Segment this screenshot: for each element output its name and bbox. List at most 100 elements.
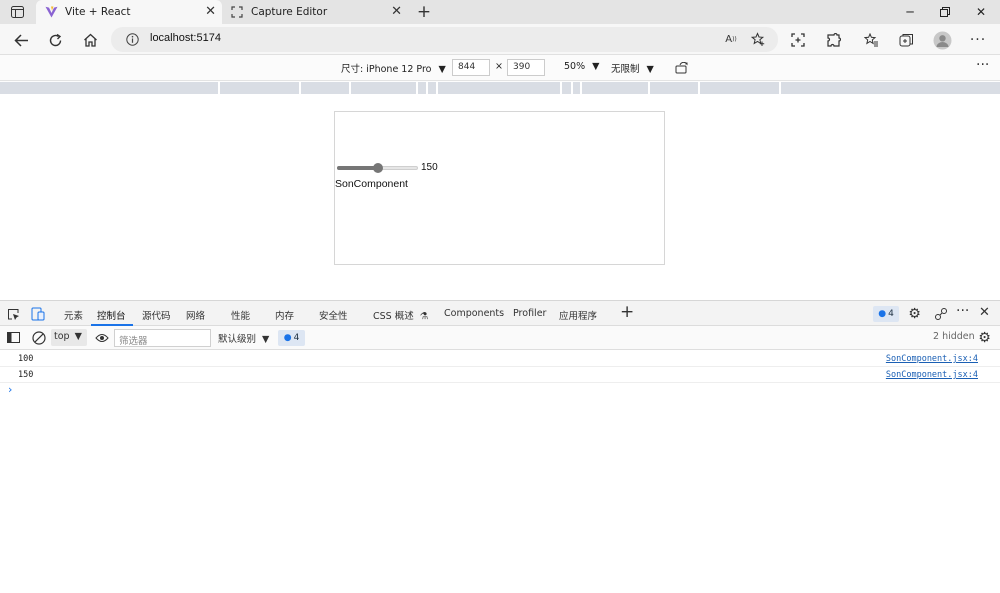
read-aloud-icon[interactable]: A)) [723, 32, 739, 47]
more-options-icon[interactable]: ··· [976, 57, 989, 73]
caret-down-icon: ▼ [646, 64, 654, 75]
tab-label: CSS 概述 [373, 311, 414, 322]
collections-icon[interactable] [895, 29, 917, 51]
caret-down-icon: ▼ [592, 61, 600, 72]
caret-down-icon: ▼ [438, 64, 446, 75]
zoom-label: 50% [564, 61, 586, 72]
slider-value: 150 [421, 162, 438, 173]
hidden-count: 2 hidden [933, 331, 975, 342]
connect-icon[interactable] [933, 306, 948, 321]
device-frame: 150 SonComponent [334, 111, 665, 265]
tab-sources[interactable]: 源代码 [142, 308, 171, 322]
tab-profiler[interactable]: Profiler [513, 308, 546, 319]
slider-fill [337, 166, 378, 170]
throttle-select[interactable]: 无限制 ▼ [611, 61, 654, 75]
url-text: localhost:5174 [150, 32, 221, 44]
sidebar-toggle-icon[interactable] [6, 331, 20, 344]
rotate-icon[interactable] [675, 61, 689, 74]
favorite-add-icon[interactable] [750, 31, 766, 47]
info-icon[interactable] [125, 32, 139, 46]
browser-nav-bar: localhost:5174 A)) ··· [0, 24, 1000, 55]
tab-elements[interactable]: 元素 [64, 308, 83, 322]
tab-memory[interactable]: 内存 [275, 308, 294, 322]
log-message: 150 [18, 370, 34, 380]
console-toolbar: top ▼ 筛选器 默认级别 ▼ ● 4 2 hidden ⚙ [0, 326, 1000, 350]
throttle-label: 无限制 [611, 64, 640, 75]
console-prompt[interactable]: › [8, 383, 12, 396]
slider-thumb[interactable] [372, 163, 383, 173]
message-icon: ● [878, 309, 887, 319]
tab-console[interactable]: 控制台 [97, 308, 126, 322]
extensions-icon[interactable] [822, 29, 844, 51]
close-icon[interactable]: ✕ [391, 4, 402, 19]
tab-actions-icon[interactable] [9, 5, 25, 19]
devtools-tab-bar: 元素 控制台 源代码 网络 性能 内存 安全性 CSS 概述 ⚗ Compone… [0, 300, 1000, 326]
close-icon[interactable]: ✕ [205, 4, 216, 19]
console-settings-icon[interactable]: ⚙ [977, 330, 992, 346]
device-select[interactable]: 尺寸: iPhone 12 Pro ▼ [341, 61, 446, 75]
message-count: 4 [293, 333, 300, 343]
more-tabs-plus-icon[interactable]: + [620, 302, 634, 322]
clear-console-icon[interactable] [31, 330, 46, 345]
device-label: 尺寸: iPhone 12 Pro [341, 64, 432, 75]
minimize-icon[interactable]: ─ [893, 0, 927, 24]
plus-icon[interactable]: + [414, 2, 434, 22]
console-row: 100 SonComponent.jsx:4 [0, 351, 1000, 367]
log-message: 100 [18, 354, 34, 364]
filter-placeholder: 筛选器 [119, 336, 148, 347]
devtools-more-icon[interactable]: ··· [956, 303, 969, 319]
log-levels-label: 默认级别 [218, 334, 257, 345]
tab-css-overview[interactable]: CSS 概述 ⚗ [373, 308, 428, 322]
inspect-element-icon[interactable] [6, 307, 20, 321]
tab-title: Vite + React [65, 6, 131, 18]
page-viewport: 150 SonComponent [0, 94, 1000, 300]
zoom-select[interactable]: 50% ▼ [564, 61, 599, 72]
tab-security[interactable]: 安全性 [319, 308, 348, 322]
refresh-icon[interactable] [44, 29, 66, 51]
tab-network[interactable]: 网络 [186, 308, 205, 322]
height-input[interactable]: 390 [507, 59, 545, 76]
source-link[interactable]: SonComponent.jsx:4 [886, 354, 978, 364]
source-link[interactable]: SonComponent.jsx:4 [886, 370, 978, 380]
tab-title: Capture Editor [251, 6, 328, 18]
settings-icon[interactable]: ⚙ [907, 306, 922, 322]
message-icon: ● [283, 333, 292, 343]
back-icon[interactable] [10, 29, 32, 51]
live-expression-eye-icon[interactable] [94, 330, 109, 345]
screenshot-icon[interactable] [787, 29, 809, 51]
flask-icon: ⚗ [419, 311, 429, 322]
media-query-bar[interactable] [0, 82, 1000, 94]
device-emulation-icon[interactable] [31, 306, 46, 321]
address-bar[interactable]: localhost:5174 A)) [111, 27, 778, 52]
issues-count: 4 [888, 309, 894, 319]
caret-down-icon: ▼ [74, 331, 82, 342]
home-icon[interactable] [79, 29, 101, 51]
browser-tab-bar: Vite + React ✕ Capture Editor ✕ + ─ ✕ [0, 0, 1000, 24]
device-toolbar: 尺寸: iPhone 12 Pro ▼ 844 × 390 50% ▼ 无限制 … [0, 55, 1000, 81]
capture-icon [230, 5, 244, 19]
more-menu-icon[interactable]: ··· [967, 29, 989, 51]
tab-performance[interactable]: 性能 [231, 308, 250, 322]
avatar[interactable] [931, 29, 953, 51]
tab-components[interactable]: Components [444, 308, 504, 319]
console-output: 100 SonComponent.jsx:4 150 SonComponent.… [0, 350, 1000, 593]
favorites-icon[interactable] [860, 29, 882, 51]
context-select[interactable]: top ▼ [51, 329, 87, 346]
browser-tab-capture[interactable]: Capture Editor ✕ [222, 0, 408, 24]
context-label: top [54, 331, 70, 342]
close-icon[interactable]: ✕ [964, 0, 998, 24]
filter-input[interactable]: 筛选器 [114, 329, 211, 347]
console-row: 150 SonComponent.jsx:4 [0, 367, 1000, 383]
range-slider[interactable] [337, 163, 418, 173]
width-input[interactable]: 844 [452, 59, 490, 76]
issues-badge[interactable]: ● 4 [873, 306, 899, 322]
tab-application[interactable]: 应用程序 [559, 308, 597, 322]
caret-down-icon: ▼ [262, 334, 270, 345]
maximize-icon[interactable] [928, 0, 962, 24]
devtools-close-icon[interactable]: ✕ [979, 305, 990, 320]
vite-icon [44, 5, 58, 19]
message-count-badge[interactable]: ● 4 [278, 330, 305, 346]
browser-tab-vite[interactable]: Vite + React ✕ [36, 0, 222, 24]
times-label: × [495, 61, 503, 72]
log-levels-select[interactable]: 默认级别 ▼ [218, 331, 269, 345]
